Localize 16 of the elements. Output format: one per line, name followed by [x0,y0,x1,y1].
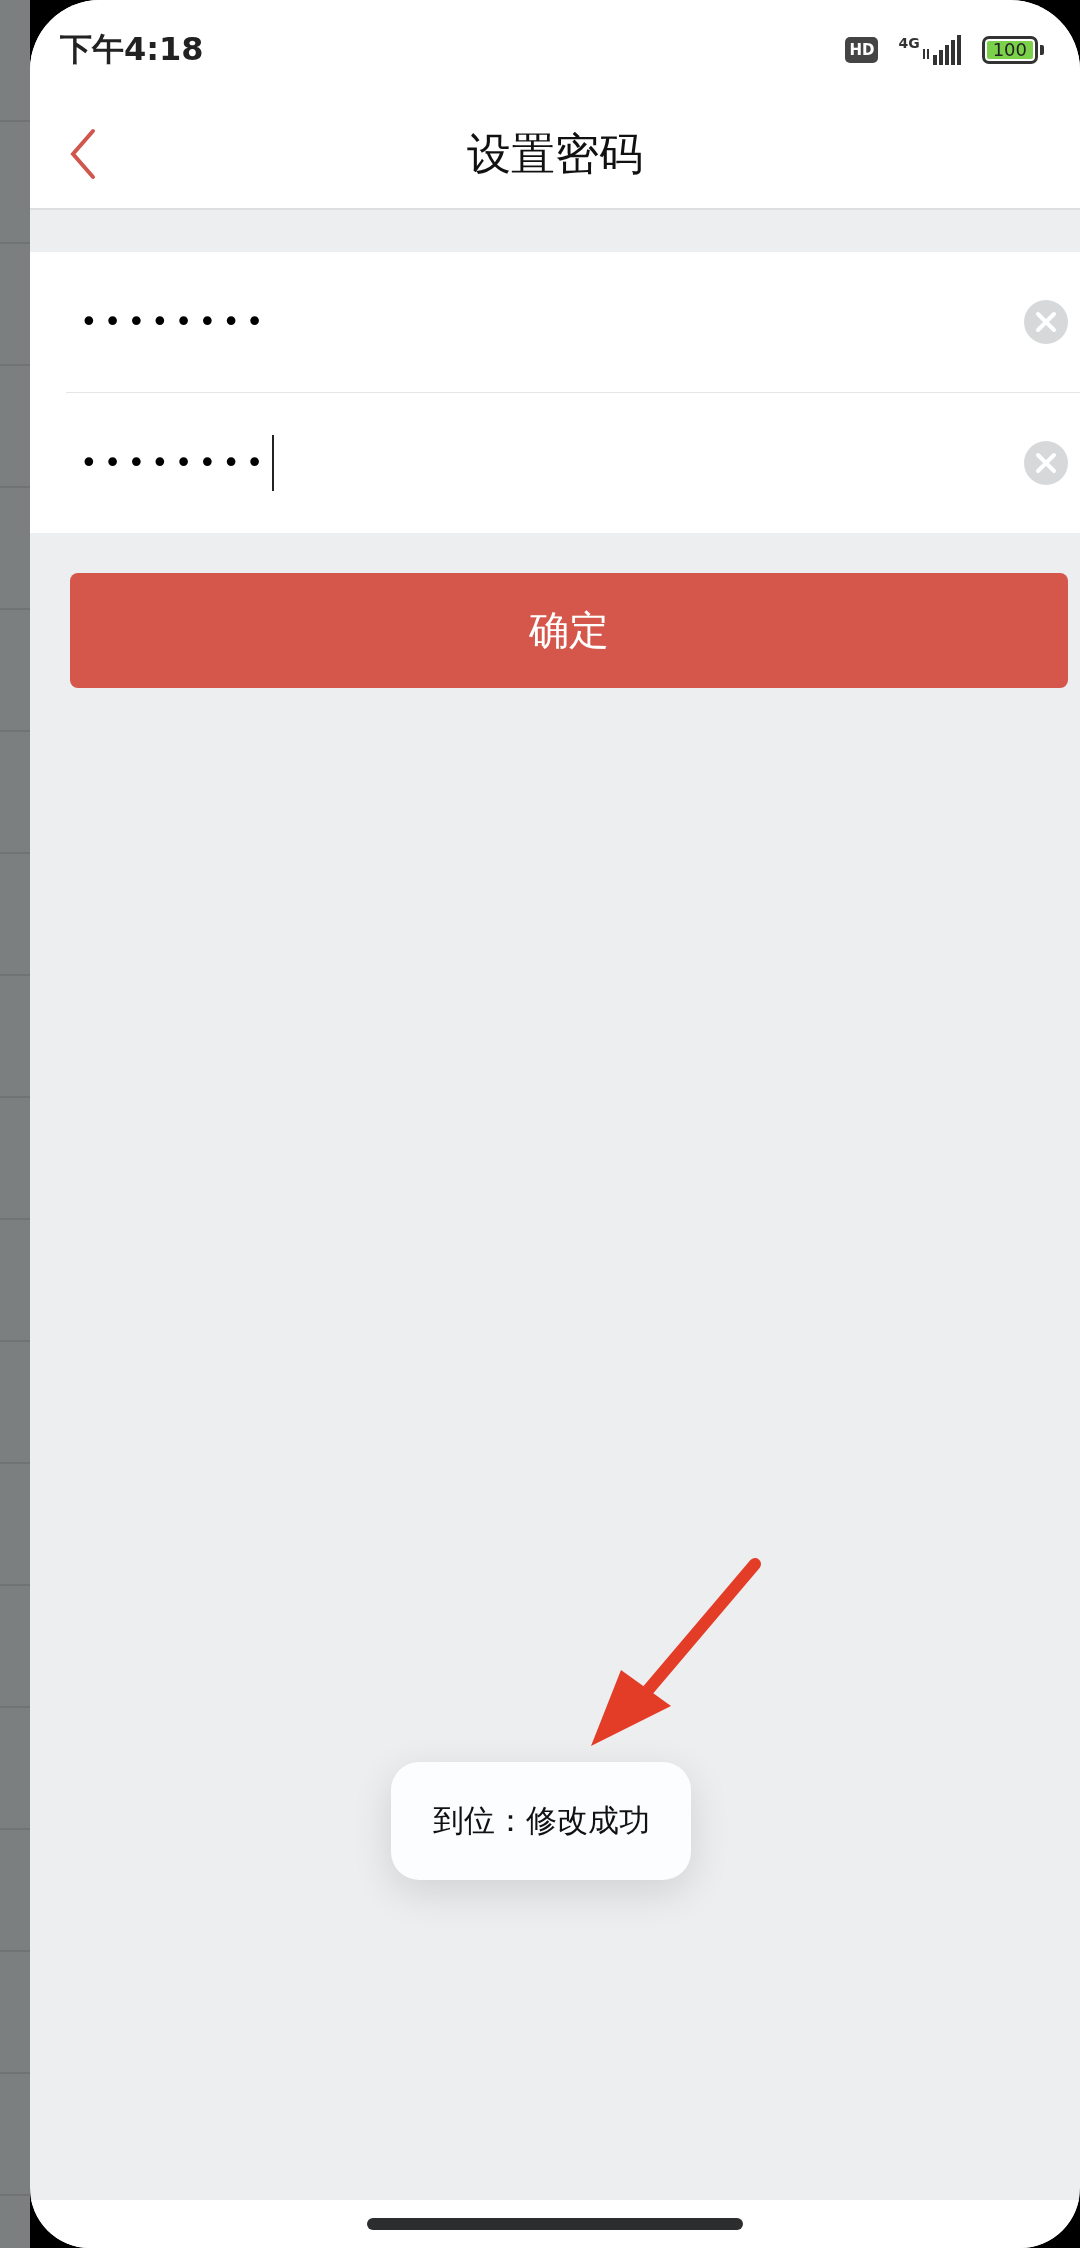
hd-badge: HD [845,37,879,63]
close-icon [1035,452,1057,474]
signal-icon [921,35,962,65]
back-icon [69,128,97,180]
page-title: 设置密码 [467,126,643,181]
password-field[interactable]: •••••••• [66,294,274,350]
clear-button[interactable] [1024,441,1068,485]
status-time: 下午4:18 [60,29,204,70]
home-indicator[interactable] [367,2218,743,2230]
close-icon [1035,311,1057,333]
toast-message: 到位：修改成功 [391,1762,691,1880]
network-type: 4G [898,35,920,51]
confirm-button[interactable]: 确定 [70,573,1068,688]
battery-icon: 100 [981,36,1038,64]
clear-button[interactable] [1024,300,1068,344]
password-field[interactable]: •••••••• [66,435,274,491]
